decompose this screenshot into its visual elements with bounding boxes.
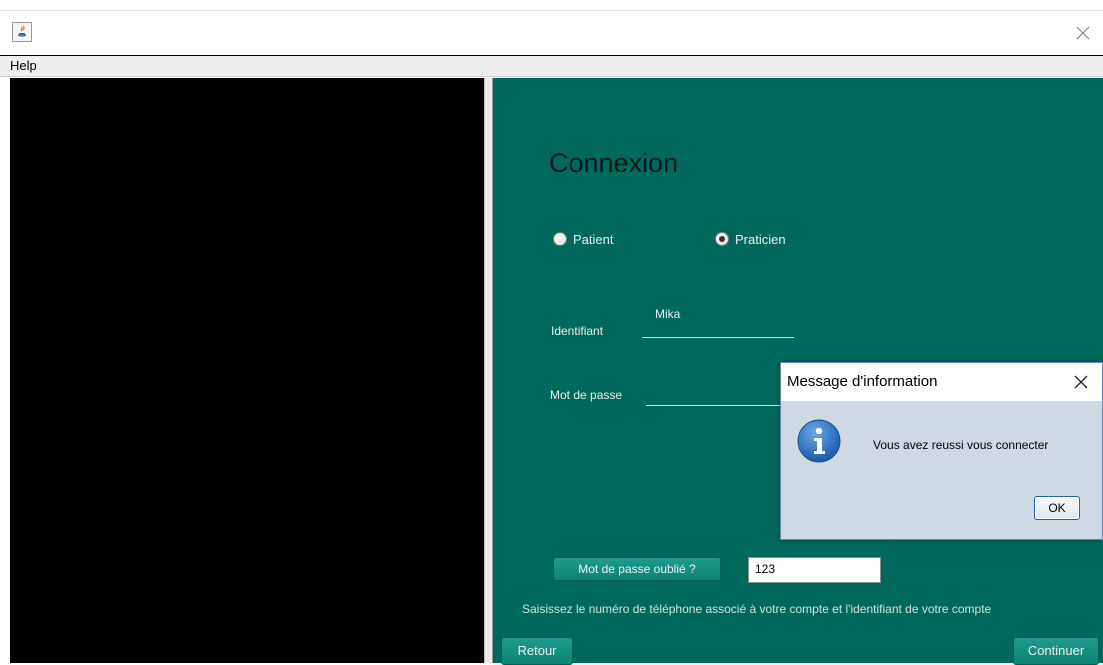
ok-button[interactable]: OK — [1034, 496, 1080, 520]
radio-praticien-label: Praticien — [735, 231, 786, 247]
identifiant-underline — [642, 337, 794, 338]
window-close-icon[interactable] — [1071, 21, 1095, 45]
info-icon — [797, 419, 841, 463]
window-titlebar — [0, 10, 1103, 55]
forgot-password-button[interactable]: Mot de passe oublié ? — [553, 557, 721, 581]
information-dialog: Message d'information Vous avez reussi v… — [780, 362, 1103, 540]
password-input[interactable] — [646, 405, 782, 406]
left-image-panel — [10, 78, 484, 663]
radio-patient[interactable]: Patient — [553, 230, 613, 248]
dialog-title: Message d'information — [787, 373, 938, 390]
dialog-titlebar: Message d'information — [781, 363, 1102, 401]
radio-patient-label: Patient — [573, 231, 614, 247]
page-title: Connexion — [549, 148, 679, 178]
radio-praticien[interactable]: Praticien — [715, 230, 786, 248]
identifiant-input[interactable]: Mika — [655, 307, 680, 321]
back-button[interactable]: Retour — [501, 637, 573, 665]
continue-button[interactable]: Continuer — [1013, 637, 1099, 665]
identifiant-label: Identifiant — [551, 324, 604, 338]
dialog-message: Vous avez reussi vous connecter — [873, 438, 1049, 452]
menu-help[interactable]: Help — [10, 58, 37, 73]
dialog-close-icon[interactable] — [1072, 373, 1090, 391]
phone-input[interactable]: 123 — [748, 557, 881, 583]
java-app-icon — [12, 22, 32, 42]
radio-praticien-circle[interactable] — [715, 232, 729, 246]
password-label: Mot de passe — [550, 388, 623, 402]
phone-hint-text: Saisissez le numéro de téléphone associé… — [522, 602, 992, 616]
split-divider[interactable] — [484, 78, 493, 663]
radio-patient-circle[interactable] — [553, 232, 567, 246]
menubar: Help — [0, 55, 1103, 77]
